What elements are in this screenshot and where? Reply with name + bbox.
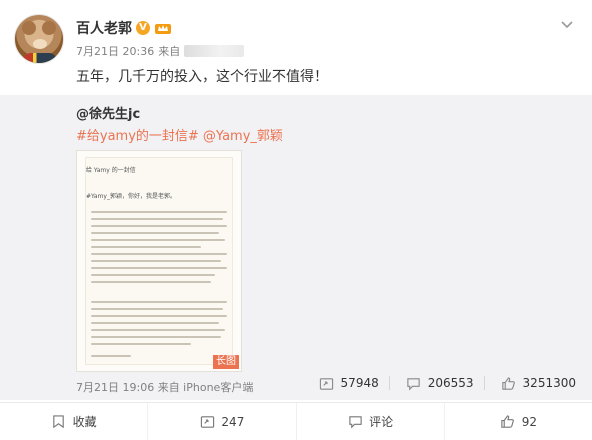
like-action-count: 92: [521, 414, 538, 429]
repost-author-link[interactable]: @徐先生jc: [76, 107, 140, 122]
repost-text[interactable]: #给yamy的一封信# @Yamy_郭颖: [76, 125, 283, 144]
letter-line: [91, 232, 219, 234]
repost-button[interactable]: 247: [148, 403, 297, 440]
comment-label: 评论: [369, 415, 394, 429]
repost-count: 57948: [340, 376, 379, 390]
repost-count-stat[interactable]: 57948: [319, 375, 390, 391]
post-text: 五年，几千万的投入，这个行业不值得！: [76, 69, 328, 85]
like-button[interactable]: 92: [445, 403, 592, 440]
like-icon: [501, 375, 517, 391]
avatar-ear-left: [22, 21, 36, 35]
favorite-icon: [51, 414, 67, 430]
username[interactable]: 百人老郭: [76, 18, 132, 38]
avatar[interactable]: [14, 14, 64, 64]
comment-count-stat[interactable]: 206553: [406, 375, 485, 391]
repost-stats: 57948 206553 3251300: [319, 375, 576, 391]
letter-line: [91, 246, 201, 248]
repost-card: @徐先生jc #给yamy的一封信# @Yamy_郭颖 给 Yamy 的一封信 …: [0, 95, 592, 400]
post-meta: 7月21日 20:36 来自: [76, 43, 245, 59]
like-icon: [500, 414, 516, 430]
letter-line: [91, 218, 223, 220]
repost-icon: [199, 414, 215, 430]
comment-count: 206553: [427, 376, 474, 390]
letter-line: [91, 225, 227, 227]
comment-button[interactable]: 评论: [297, 403, 445, 440]
letter-line: [91, 281, 211, 283]
repost-author[interactable]: @徐先生jc: [76, 103, 140, 122]
repost-icon: [319, 375, 335, 391]
post-time[interactable]: 7月21日 20:36: [76, 43, 154, 59]
letter-line: [91, 253, 227, 255]
letter-line: [91, 329, 225, 331]
chevron-down-icon[interactable]: [560, 16, 574, 30]
letter-line: [91, 315, 227, 317]
letter-line: [91, 274, 215, 276]
favorite-button[interactable]: 收藏: [0, 403, 149, 440]
favorite-label: 收藏: [72, 415, 97, 429]
long-image-badge: 长图: [213, 355, 239, 369]
avatar-ear-right: [42, 21, 56, 35]
letter-title: 给 Yamy 的一封信: [86, 167, 136, 174]
letter-image[interactable]: 给 Yamy 的一封信 #Yamy_郭颖，你好，我是老郭。 长图: [76, 150, 242, 372]
letter-line: [91, 239, 225, 241]
letter-line: [91, 343, 191, 345]
letter-line: [91, 267, 227, 269]
avatar-snout: [33, 39, 47, 49]
letter-line: [91, 336, 221, 338]
letter-line: [91, 260, 221, 262]
letter-line: [91, 301, 227, 303]
avatar-shirt: [23, 53, 57, 63]
post-source-prefix: 来自: [158, 45, 181, 58]
crown-icon: [154, 21, 172, 35]
stat-divider: [388, 376, 390, 390]
letter-line: [91, 355, 131, 357]
like-count: 3251300: [522, 376, 576, 390]
verified-icon: V: [136, 21, 150, 35]
weibo-post: 百人老郭 V 7月21日 20:36 来自 五年，几千万的投入，这个行业不值得！…: [0, 0, 592, 440]
letter-line: [91, 211, 227, 213]
stat-divider: [483, 376, 485, 390]
comment-icon: [347, 414, 363, 430]
repost-action-count: 247: [221, 414, 245, 429]
comment-icon: [406, 375, 422, 391]
author-row: 百人老郭 V: [76, 18, 172, 38]
repost-meta[interactable]: 7月21日 19:06 来自 iPhone客户端: [76, 379, 253, 395]
action-bar: 收藏 247 评论 92: [0, 402, 592, 440]
letter-line: [91, 308, 223, 310]
letter-line: [91, 322, 219, 324]
like-count-stat[interactable]: 3251300: [501, 375, 576, 391]
blurred-source: [184, 45, 245, 57]
letter-greeting: #Yamy_郭颖，你好，我是老郭。: [86, 193, 176, 200]
